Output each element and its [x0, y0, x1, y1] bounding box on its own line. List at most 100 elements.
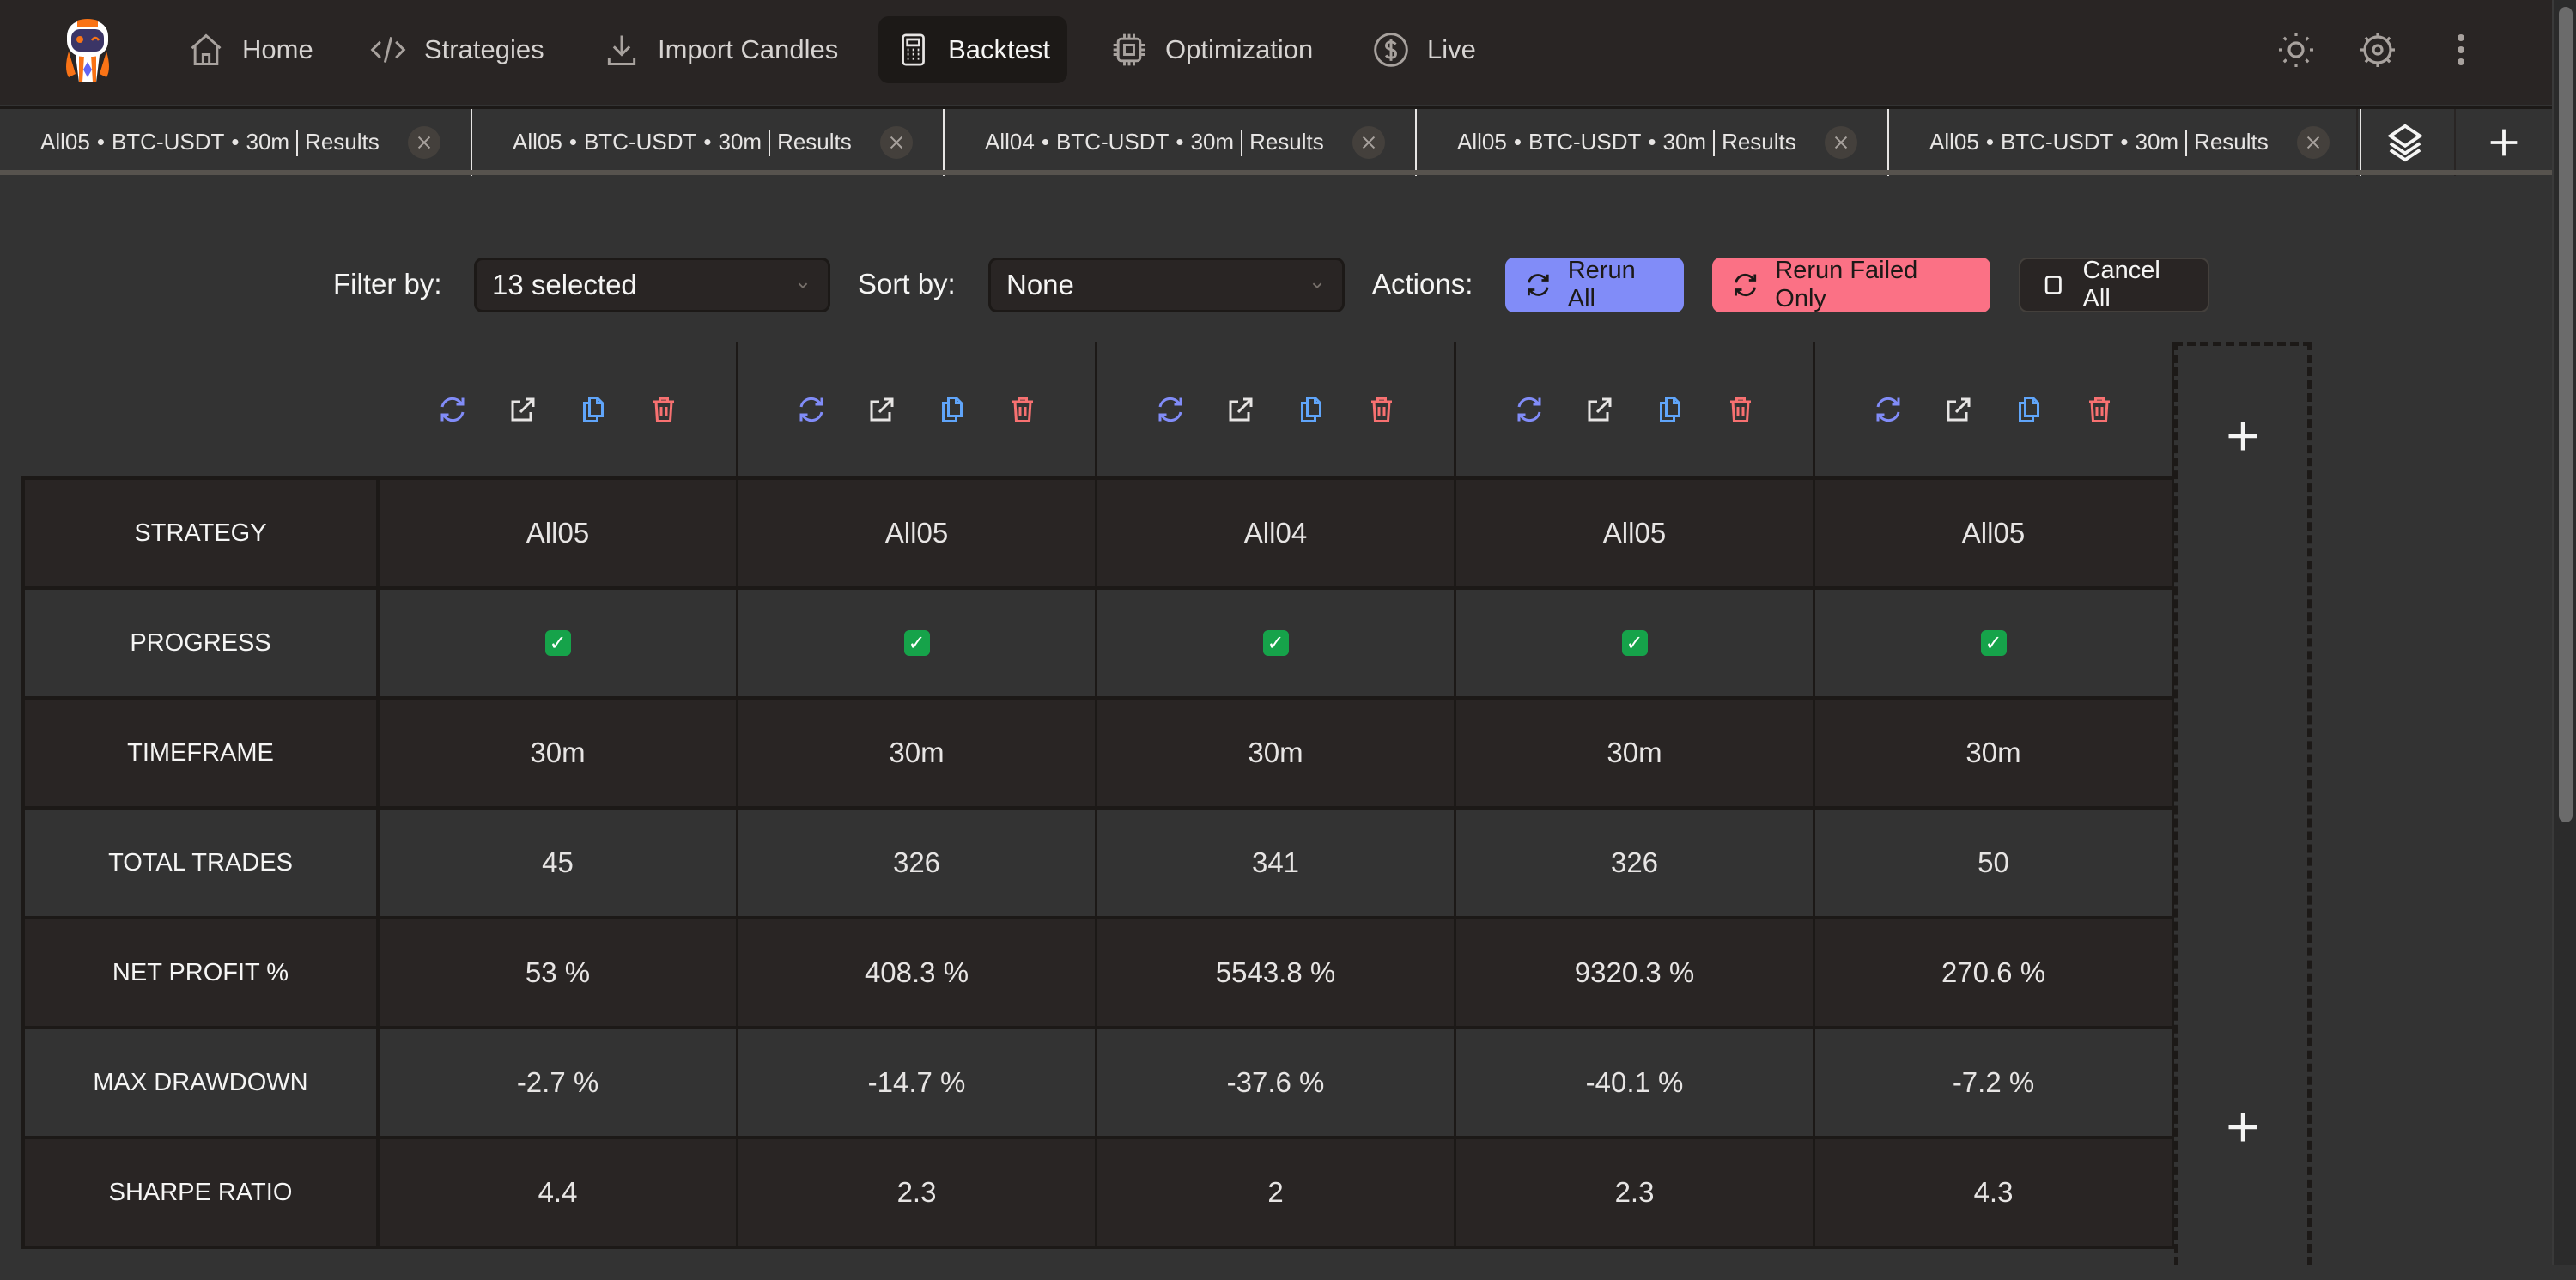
nav-import-candles[interactable]: Import Candles	[586, 16, 855, 83]
rerun-all-button[interactable]: Rerun All	[1505, 257, 1684, 312]
copy-icon[interactable]	[578, 394, 609, 425]
tab-strategy: All05	[513, 128, 562, 155]
layers-icon	[2387, 124, 2423, 162]
refresh-icon[interactable]	[1514, 394, 1545, 425]
tab-view: Results	[777, 128, 852, 155]
open-external-icon[interactable]	[866, 394, 897, 425]
row-label: TIMEFRAME	[21, 700, 380, 806]
nav-strategies[interactable]: Strategies	[352, 16, 562, 83]
cancel-all-button[interactable]: Cancel All	[2019, 257, 2209, 312]
check-mark-icon: ✓	[1980, 630, 2007, 656]
copy-icon[interactable]	[2014, 394, 2044, 425]
home-icon	[191, 33, 222, 65]
tab-bar-divider	[0, 170, 2552, 175]
sort-value: None	[1006, 269, 1074, 300]
cell-max-drawdown: -37.6 %	[1097, 1029, 1456, 1136]
chevron-down-icon	[1312, 282, 1322, 289]
tab-timeframe: 30m	[2135, 128, 2179, 155]
row-label: NET PROFIT %	[21, 919, 380, 1026]
code-icon	[370, 36, 406, 64]
add-column-button[interactable]	[2221, 415, 2264, 458]
tab-separator-dot: •	[703, 128, 712, 155]
nav-optimization[interactable]: Optimization	[1093, 16, 1330, 83]
refresh-icon[interactable]	[1873, 394, 1904, 425]
tab-item[interactable]: All05 • BTC-USDT • 30m Results	[1417, 109, 1889, 176]
trash-icon[interactable]	[648, 394, 679, 425]
tab-divider	[2185, 130, 2188, 157]
tab-close-button[interactable]	[1352, 126, 1385, 159]
tab-label: All04 • BTC-USDT • 30m Results	[985, 128, 1324, 157]
tab-view: Results	[1249, 128, 1324, 155]
column-actions	[738, 342, 1097, 476]
sort-select[interactable]: None	[988, 258, 1345, 312]
tab-close-button[interactable]	[408, 126, 440, 159]
copy-icon[interactable]	[937, 394, 968, 425]
check-mark-icon: ✓	[1262, 630, 1289, 656]
trash-icon[interactable]	[1007, 394, 1038, 425]
tab-strategy: All04	[985, 128, 1035, 155]
app-logo[interactable]	[57, 17, 118, 82]
trash-icon[interactable]	[2084, 394, 2115, 425]
cell-strategy: All05	[1815, 480, 2174, 586]
settings-button[interactable]	[2357, 29, 2398, 70]
tab-label: All05 • BTC-USDT • 30m Results	[513, 128, 852, 157]
tab-separator-dot: •	[2120, 128, 2129, 155]
download-icon	[607, 35, 636, 65]
tab-close-button[interactable]	[880, 126, 913, 159]
nav-backtest-label: Backtest	[948, 34, 1050, 64]
copy-icon[interactable]	[1655, 394, 1686, 425]
cell-progress: ✓	[1097, 590, 1456, 696]
nav-live[interactable]: Live	[1355, 16, 1493, 83]
close-icon	[2306, 136, 2320, 149]
refresh-icon[interactable]	[1155, 394, 1186, 425]
cell-net-profit: 270.6 %	[1815, 919, 2174, 1026]
filter-select[interactable]: 13 selected	[474, 258, 830, 312]
cell-progress: ✓	[738, 590, 1097, 696]
theme-toggle-button[interactable]	[2275, 29, 2317, 70]
trash-icon[interactable]	[1725, 394, 1756, 425]
cell-timeframe: 30m	[1097, 700, 1456, 806]
tab-separator-dot: •	[231, 128, 240, 155]
cell-total-trades: 341	[1097, 810, 1456, 916]
tab-close-button[interactable]	[1825, 126, 1857, 159]
tab-label: All05 • BTC-USDT • 30m Results	[1929, 128, 2269, 157]
trash-icon[interactable]	[1366, 394, 1397, 425]
open-external-icon[interactable]	[1943, 394, 1974, 425]
robot-logo-icon	[66, 19, 109, 82]
cell-strategy: All05	[1456, 480, 1815, 586]
scrollbar-thumb[interactable]	[2559, 7, 2573, 822]
tab-item[interactable]: All05 • BTC-USDT • 30m Results	[0, 109, 472, 176]
tab-close-button[interactable]	[2297, 126, 2330, 159]
table-row-max-drawdown: MAX DRAWDOWN -2.7 % -14.7 % -37.6 % -40.1 % -…	[21, 1026, 2174, 1136]
rerun-failed-button[interactable]: Rerun Failed Only	[1712, 257, 1990, 312]
open-external-icon[interactable]	[1584, 394, 1615, 425]
row-label: SHARPE RATIO	[21, 1139, 380, 1246]
tab-item[interactable]: All05 • BTC-USDT • 30m Results	[1889, 109, 2361, 176]
nav-home[interactable]: Home	[170, 16, 331, 83]
refresh-icon[interactable]	[437, 394, 468, 425]
cell-progress: ✓	[380, 590, 738, 696]
nav-backtest[interactable]: Backtest	[878, 16, 1067, 83]
nav-strategies-label: Strategies	[424, 34, 544, 64]
open-external-icon[interactable]	[507, 394, 538, 425]
add-column-area	[2174, 342, 2312, 1265]
dollar-icon	[1374, 33, 1408, 67]
more-menu-button[interactable]	[2440, 29, 2482, 70]
cell-max-drawdown: -40.1 %	[1456, 1029, 1815, 1136]
sort-label: Sort by:	[858, 268, 956, 300]
refresh-icon[interactable]	[796, 394, 827, 425]
column-actions	[1815, 342, 2174, 476]
copy-icon[interactable]	[1296, 394, 1327, 425]
tab-item[interactable]: All05 • BTC-USDT • 30m Results	[472, 109, 945, 176]
vertical-scrollbar[interactable]	[2552, 0, 2576, 1265]
new-tab-button[interactable]	[2454, 109, 2552, 176]
tab-separator-dot: •	[1513, 128, 1522, 155]
open-external-icon[interactable]	[1225, 394, 1256, 425]
tab-layers-button[interactable]	[2356, 109, 2452, 176]
nav-import-candles-label: Import Candles	[658, 34, 839, 64]
cell-sharpe-ratio: 2.3	[738, 1139, 1097, 1246]
tab-item[interactable]: All04 • BTC-USDT • 30m Results	[945, 109, 1417, 176]
add-column-button-lower[interactable]	[2221, 1106, 2264, 1149]
cpu-icon	[1113, 33, 1145, 66]
more-vertical-icon	[2458, 33, 2465, 65]
